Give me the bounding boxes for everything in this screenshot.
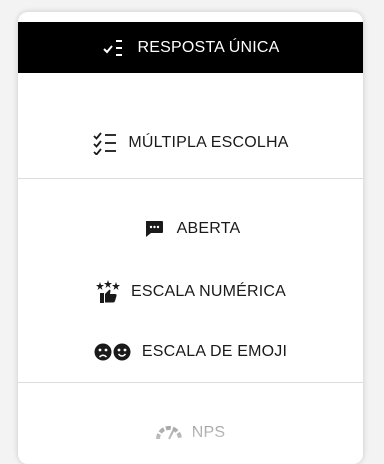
- chat-icon: [141, 217, 167, 241]
- gauge-icon: [155, 421, 182, 445]
- menu-item-escala-numerica[interactable]: ESCALA NUMÉRICA: [18, 268, 363, 316]
- divider: [18, 382, 363, 383]
- menu-item-nps[interactable]: NPS: [18, 412, 363, 454]
- menu-item-multipla-escolha[interactable]: MÚLTIPLA ESCOLHA: [18, 118, 363, 168]
- menu-item-label: ESCALA DE EMOJI: [141, 343, 288, 360]
- menu-item-aberta[interactable]: ABERTA: [18, 205, 363, 253]
- menu-item-label: ESCALA NUMÉRICA: [130, 283, 287, 300]
- menu-item-escala-de-emoji[interactable]: ESCALA DE EMOJI: [18, 328, 363, 376]
- menu-item-label: MÚLTIPLA ESCOLHA: [128, 134, 289, 151]
- rating-scale-icon: [95, 280, 121, 304]
- multiple-choice-icon: [92, 131, 118, 155]
- single-choice-icon: [101, 36, 127, 60]
- emoji-scale-icon: [94, 340, 132, 364]
- divider: [18, 178, 363, 179]
- menu-item-label: NPS: [191, 424, 226, 441]
- menu-item-label: ABERTA: [176, 220, 241, 237]
- question-type-menu: RESPOSTA ÚNICA MÚLTIPLA ESCOLHA ABERTA E…: [18, 12, 363, 464]
- menu-item-label: RESPOSTA ÚNICA: [137, 38, 280, 56]
- menu-item-resposta-unica[interactable]: RESPOSTA ÚNICA: [18, 22, 363, 73]
